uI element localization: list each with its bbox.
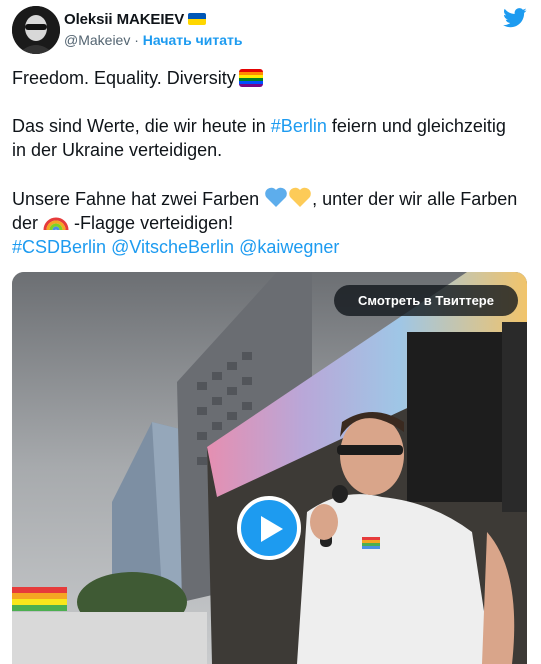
tweet-line-2: Das sind Werte, die wir heute in #Berlin… — [12, 114, 522, 162]
avatar-photo — [12, 6, 60, 54]
avatar[interactable] — [12, 6, 60, 54]
follow-button[interactable]: Начать читать — [143, 32, 243, 48]
author-name-row[interactable]: Oleksii MAKEIEV — [64, 11, 207, 28]
tweet-line-3-pre: Unsere Fahne hat zwei Farben — [12, 189, 265, 209]
mention-vitscheberlin[interactable]: @VitscheBerlin — [111, 237, 234, 257]
watch-on-twitter-button[interactable]: Смотреть в Твиттере — [334, 285, 518, 316]
tweet-line-3-post: -Flagge verteidigen! — [69, 213, 234, 233]
play-icon — [261, 516, 283, 542]
hashtag-berlin[interactable]: #Berlin — [271, 116, 327, 136]
tweet-line-3: Unsere Fahne hat zwei Farben , unter der… — [12, 186, 522, 235]
author-handle[interactable]: @Makeiev — [64, 32, 130, 48]
twitter-bird-icon[interactable] — [503, 8, 527, 28]
tweet-line-1: Freedom. Equality. Diversity — [12, 66, 522, 90]
tweet-tags: #CSDBerlin @VitscheBerlin @kaiwegner — [12, 235, 522, 259]
ukraine-flag-icon — [188, 13, 207, 25]
author-name[interactable]: Oleksii MAKEIEV — [64, 11, 184, 28]
video-thumbnail — [12, 272, 527, 664]
rainbow-flag-icon — [238, 69, 263, 87]
tweet-line-1-text: Freedom. Equality. Diversity — [12, 68, 236, 88]
handle-line: @Makeiev · Начать читать — [64, 32, 242, 48]
hashtag-csdberlin[interactable]: #CSDBerlin — [12, 237, 106, 257]
video-preview[interactable] — [12, 272, 527, 664]
play-button[interactable] — [237, 496, 301, 560]
blue-heart-icon — [265, 187, 287, 207]
rainbow-icon — [43, 217, 69, 231]
tweet-line-2-pre: Das sind Werte, die wir heute in — [12, 116, 271, 136]
yellow-heart-icon — [289, 187, 311, 207]
separator: · — [134, 32, 139, 48]
mention-kaiwegner[interactable]: @kaiwegner — [239, 237, 339, 257]
tweet-body: Freedom. Equality. Diversity Das sind We… — [12, 66, 522, 259]
